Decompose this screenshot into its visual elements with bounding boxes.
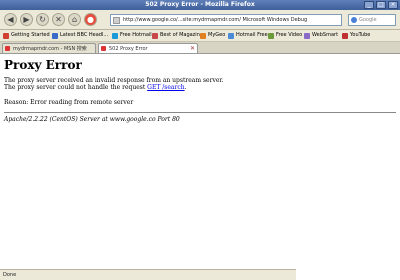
back-arrow-icon[interactable]: ◀ xyxy=(4,13,17,26)
stop-icon[interactable]: ✕ xyxy=(52,13,65,26)
bookmark-item[interactable]: MyGeo xyxy=(200,30,225,41)
server-signature: Apache/2.2.22 (CentOS) Server at www.goo… xyxy=(4,116,180,123)
status-text: Done xyxy=(3,272,17,278)
page-title: Proxy Error xyxy=(4,58,82,72)
bookmark-item[interactable]: WebSmart xyxy=(304,30,338,41)
window-titlebar: 502 Proxy Error - Mozilla Firefox _ □ × xyxy=(0,0,400,10)
search-input[interactable]: Google xyxy=(348,14,396,26)
bookmark-item[interactable]: Free Hotmail xyxy=(112,30,152,41)
window-controls: _ □ × xyxy=(364,1,398,9)
bookmark-item[interactable]: YouTube xyxy=(342,30,370,41)
bookmark-icon xyxy=(304,32,310,39)
tab-search[interactable]: mydrmapmdr.com - MSN 搜索 xyxy=(2,43,96,53)
navigation-toolbar: ◀ ▶ ↻ ✕ ⌂ ● http://www.google.co/...site… xyxy=(0,10,400,30)
tab-favicon-icon xyxy=(101,46,106,51)
error-reason: Reason: Error reading from remote server xyxy=(4,99,134,106)
tab-close-icon[interactable]: ✕ xyxy=(190,44,195,53)
tab-bar: mydrmapmdr.com - MSN 搜索 502 Proxy Error … xyxy=(0,42,400,54)
tab-favicon-icon xyxy=(5,46,10,51)
request-link[interactable]: GET /search xyxy=(147,84,184,91)
bookmarks-toolbar: Getting Started Latest BBC Headl... Free… xyxy=(0,30,400,42)
bookmark-icon xyxy=(52,32,58,39)
divider xyxy=(4,112,396,113)
status-bar: Done xyxy=(0,269,296,280)
bookmark-icon xyxy=(228,32,234,39)
url-bar[interactable]: http://www.google.co/...site:mydrmapmdr.… xyxy=(110,14,342,26)
google-search-icon xyxy=(351,17,357,23)
bookmark-icon xyxy=(3,32,9,39)
bookmark-item[interactable]: Best of Magazine xyxy=(152,30,203,41)
error-description: The proxy server received an invalid res… xyxy=(4,77,224,91)
bookmark-icon xyxy=(152,32,158,39)
page-content: Proxy Error The proxy server received an… xyxy=(4,58,396,123)
reload-icon[interactable]: ↻ xyxy=(36,13,49,26)
minimize-icon[interactable]: _ xyxy=(364,1,374,9)
addon-icon[interactable]: ● xyxy=(84,13,97,26)
forward-arrow-icon[interactable]: ▶ xyxy=(20,13,33,26)
url-text: http://www.google.co/...site:mydrmapmdr.… xyxy=(123,17,308,23)
bookmark-item[interactable]: Latest BBC Headl... xyxy=(52,30,108,41)
close-icon[interactable]: × xyxy=(388,1,398,9)
bookmark-item[interactable]: Free Video xyxy=(268,30,302,41)
search-placeholder: Google xyxy=(359,17,377,23)
bookmark-item[interactable]: Hotmail Free xyxy=(228,30,268,41)
bookmark-icon xyxy=(268,32,274,39)
bookmark-icon xyxy=(112,32,118,39)
tab-proxy-error[interactable]: 502 Proxy Error ✕ xyxy=(98,43,198,53)
maximize-icon[interactable]: □ xyxy=(376,1,386,9)
bookmark-icon xyxy=(200,32,206,39)
home-icon[interactable]: ⌂ xyxy=(68,13,81,26)
window-title: 502 Proxy Error - Mozilla Firefox xyxy=(145,1,255,8)
bookmark-icon xyxy=(342,32,348,39)
bookmark-item[interactable]: Getting Started xyxy=(3,30,50,41)
page-favicon-icon xyxy=(113,17,120,24)
